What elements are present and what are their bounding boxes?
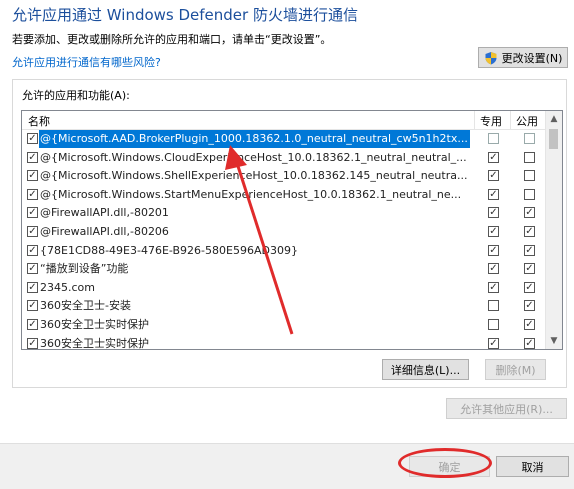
row-enabled-checkbox[interactable]: ✓ xyxy=(27,188,38,200)
row-app-name: 360安全卫士实时保护 xyxy=(40,318,149,331)
row-app-name: @FirewallAPI.dll,-80206 xyxy=(40,225,169,238)
table-row[interactable]: ✓ @{Microsoft.Windows.ShellExperienceHost… xyxy=(22,167,546,186)
row-public-checkbox[interactable]: ✓ xyxy=(524,281,535,293)
apps-list[interactable]: 名称 专用 公用 ✓ @{Microsoft.AAD.BrokerPlugin_1… xyxy=(21,110,563,350)
row-enabled-checkbox[interactable]: ✓ xyxy=(27,337,38,349)
row-private-checkbox[interactable]: ✓ xyxy=(488,281,499,293)
scroll-thumb[interactable] xyxy=(549,129,558,149)
row-private-checkbox[interactable]: ✓ xyxy=(488,263,499,275)
table-row[interactable]: ✓ {78E1CD88-49E3-476E-B926-580E596AD309} ✓… xyxy=(22,242,546,261)
change-settings-button[interactable]: 更改设置(N) xyxy=(478,47,568,68)
row-app-name: 360安全卫士-安装 xyxy=(40,299,131,313)
row-app-name: 360安全卫士实时保护 xyxy=(40,336,149,350)
row-enabled-checkbox[interactable]: ✓ xyxy=(27,151,38,163)
table-row[interactable]: ✓ 360安全卫士实时保护 ✓ xyxy=(22,316,546,335)
row-enabled-checkbox[interactable]: ✓ xyxy=(27,319,38,330)
table-row[interactable]: ✓ @{Microsoft.AAD.BrokerPlugin_1000.18362… xyxy=(22,130,546,149)
allowed-apps-label: 允许的应用和功能(A): xyxy=(22,89,130,102)
cancel-button[interactable]: 取消 xyxy=(496,456,569,477)
row-private-checkbox[interactable]: ✓ xyxy=(488,207,499,219)
row-app-name: @{Microsoft.Windows.StartMenuExperienceH… xyxy=(40,187,462,201)
row-private-checkbox[interactable]: ✓ xyxy=(488,170,499,182)
row-private-checkbox[interactable]: ✓ xyxy=(488,226,499,237)
row-app-name: @FirewallAPI.dll,-80201 xyxy=(40,206,169,220)
delete-button[interactable]: 删除(M) xyxy=(485,359,546,380)
allow-other-app-button[interactable]: 允许其他应用(R)... xyxy=(446,398,567,419)
row-enabled-checkbox[interactable]: ✓ xyxy=(27,207,38,219)
page-subtitle: 若要添加、更改或删除所允许的应用和端口，请单击“更改设置”。 xyxy=(12,33,332,46)
row-public-checkbox[interactable] xyxy=(524,170,535,182)
row-public-checkbox[interactable]: ✓ xyxy=(524,244,535,256)
row-private-checkbox[interactable]: ✓ xyxy=(488,151,499,163)
row-enabled-checkbox[interactable]: ✓ xyxy=(27,244,38,256)
row-enabled-checkbox[interactable]: ✓ xyxy=(27,300,38,312)
table-row[interactable]: ✓ @FirewallAPI.dll,-80206 ✓ ✓ xyxy=(22,223,546,242)
row-private-checkbox[interactable]: ✓ xyxy=(488,188,499,200)
column-public[interactable]: 公用 xyxy=(516,113,538,129)
row-public-checkbox[interactable]: ✓ xyxy=(524,226,535,237)
row-public-checkbox[interactable] xyxy=(524,151,535,163)
row-private-checkbox[interactable] xyxy=(488,133,499,144)
row-enabled-checkbox[interactable]: ✓ xyxy=(27,226,38,237)
row-private-checkbox[interactable]: ✓ xyxy=(488,337,499,349)
table-row[interactable]: ✓ 360安全卫士实时保护 ✓ ✓ xyxy=(22,335,546,350)
table-row[interactable]: ✓ @{Microsoft.Windows.CloudExperienceHost… xyxy=(22,149,546,168)
row-enabled-checkbox[interactable]: ✓ xyxy=(27,133,38,144)
table-row[interactable]: ✓ 2345.com ✓ ✓ xyxy=(22,279,546,298)
table-row[interactable]: ✓ “播放到设备”功能 ✓ ✓ xyxy=(22,260,546,279)
row-public-checkbox[interactable] xyxy=(524,188,535,200)
row-private-checkbox[interactable] xyxy=(488,319,499,330)
row-app-name: @{Microsoft.AAD.BrokerPlugin_1000.18362.… xyxy=(39,130,470,148)
column-private[interactable]: 专用 xyxy=(480,113,502,129)
row-private-checkbox[interactable]: ✓ xyxy=(488,244,499,256)
list-header: 名称 专用 公用 xyxy=(22,111,546,130)
row-enabled-checkbox[interactable]: ✓ xyxy=(27,170,38,182)
scroll-up-icon[interactable]: ▲ xyxy=(546,111,562,127)
row-app-name: 2345.com xyxy=(40,280,95,294)
row-app-name: “播放到设备”功能 xyxy=(40,262,129,276)
annotation-ellipse xyxy=(398,448,492,478)
details-button[interactable]: 详细信息(L)... xyxy=(382,359,469,380)
column-separator[interactable] xyxy=(474,111,475,129)
uac-shield-icon xyxy=(485,51,497,64)
scroll-down-icon[interactable]: ▼ xyxy=(546,333,562,349)
row-public-checkbox[interactable] xyxy=(524,133,535,144)
table-row[interactable]: ✓ @{Microsoft.Windows.StartMenuExperience… xyxy=(22,186,546,205)
row-app-name: {78E1CD88-49E3-476E-B926-580E596AD309} xyxy=(40,243,298,257)
row-public-checkbox[interactable]: ✓ xyxy=(524,337,535,349)
row-app-name: @{Microsoft.Windows.ShellExperienceHost_… xyxy=(40,169,468,183)
table-row[interactable]: ✓ 360安全卫士-安装 ✓ xyxy=(22,297,546,316)
page-title: 允许应用通过 Windows Defender 防火墙进行通信 xyxy=(12,6,358,24)
row-public-checkbox[interactable]: ✓ xyxy=(524,319,535,330)
row-public-checkbox[interactable]: ✓ xyxy=(524,300,535,312)
row-private-checkbox[interactable] xyxy=(488,300,499,312)
vertical-scrollbar[interactable]: ▲ ▼ xyxy=(545,111,562,349)
row-app-name: @{Microsoft.Windows.CloudExperienceHost_… xyxy=(40,150,467,164)
row-public-checkbox[interactable]: ✓ xyxy=(524,207,535,219)
change-settings-label: 更改设置(N) xyxy=(501,51,563,65)
row-enabled-checkbox[interactable]: ✓ xyxy=(27,263,38,275)
risk-link[interactable]: 允许应用进行通信有哪些风险? xyxy=(12,54,161,70)
column-name[interactable]: 名称 xyxy=(28,113,50,129)
table-row[interactable]: ✓ @FirewallAPI.dll,-80201 ✓ ✓ xyxy=(22,204,546,223)
row-public-checkbox[interactable]: ✓ xyxy=(524,263,535,275)
row-enabled-checkbox[interactable]: ✓ xyxy=(27,281,38,293)
column-separator[interactable] xyxy=(510,111,511,129)
